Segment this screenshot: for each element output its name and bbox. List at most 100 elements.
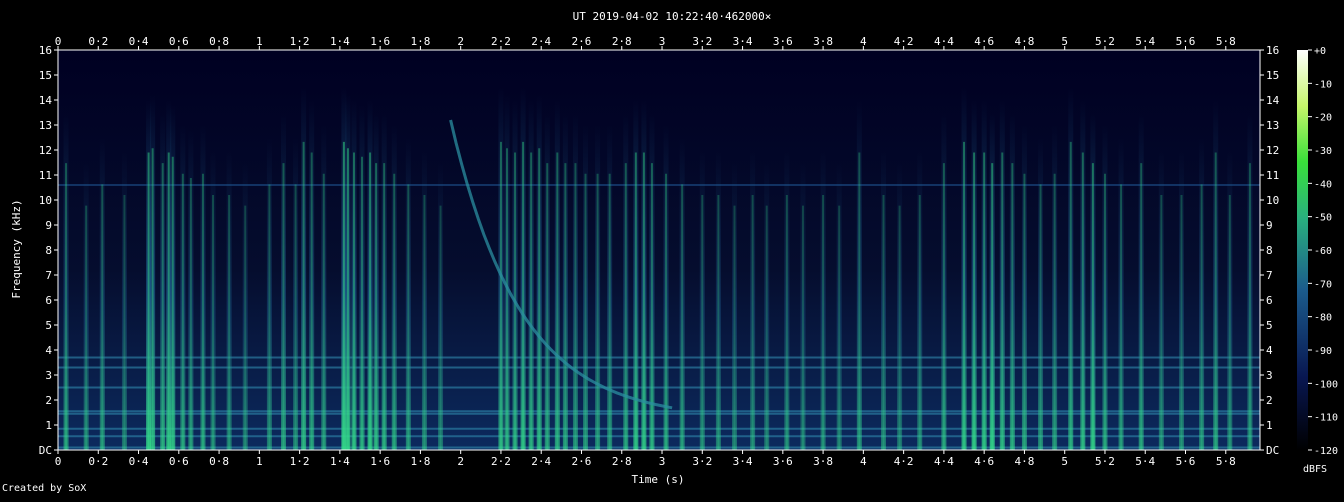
y-tick-label: DC: [39, 444, 52, 457]
broadband-event-core: [499, 141, 502, 450]
broadband-event-core: [650, 163, 653, 450]
spectrogram-chart: UT 2019-04-02 10:22:40·462000× 0 0 0·2 0·2 0…: [10, 10, 1338, 486]
colorbar-tick-label: -10: [1314, 79, 1332, 90]
colorbar-tick-label: -90: [1314, 346, 1332, 357]
broadband-event-core: [85, 205, 88, 450]
x-tick-label-top: 1: [256, 35, 263, 48]
x-tick-label: 4·4: [934, 455, 954, 468]
x-tick-label: 0·8: [209, 455, 229, 468]
x-tick-label-top: 4·6: [974, 35, 994, 48]
x-tick-label-top: 0·6: [169, 35, 189, 48]
broadband-event-core: [189, 178, 192, 450]
colorbar-tick-label: +0: [1314, 46, 1326, 57]
x-tick-label: 0·4: [129, 455, 149, 468]
y-tick-label-right: DC: [1266, 444, 1279, 457]
y-tick-label: 4: [45, 344, 52, 357]
y-tick-label: 3: [45, 369, 52, 382]
broadband-event-core: [522, 141, 525, 450]
colorbar-tick-label: -110: [1314, 413, 1338, 424]
x-tick-label: 5: [1061, 455, 1068, 468]
x-tick-label-top: 2: [457, 35, 464, 48]
y-tick-label: 1: [45, 419, 52, 432]
x-tick-label-top: 1·4: [330, 35, 350, 48]
broadband-event-core: [1228, 195, 1231, 450]
broadband-event-core: [918, 195, 921, 450]
plot-background: [58, 50, 1260, 450]
broadband-event-core: [751, 195, 754, 450]
broadband-event-core: [898, 205, 901, 450]
y-tick-label: 2: [45, 394, 52, 407]
x-tick-label: 1·2: [290, 455, 310, 468]
x-tick-label: 1·4: [330, 455, 350, 468]
x-tick-label-top: 4·2: [894, 35, 914, 48]
broadband-event-core: [244, 205, 247, 450]
broadband-event-core: [822, 195, 825, 450]
broadband-event-core: [505, 148, 508, 450]
y-tick-label: 12: [39, 144, 52, 157]
x-tick-label-top: 4·4: [934, 35, 954, 48]
broadband-event-core: [1120, 184, 1123, 450]
x-tick-label: 3·4: [733, 455, 753, 468]
colorbar-tick-label: -20: [1314, 113, 1332, 124]
x-tick-label: 5·8: [1216, 455, 1236, 468]
x-tick-label: 5·4: [1135, 455, 1155, 468]
broadband-event-core: [212, 195, 215, 450]
colorbar-gradient: [1297, 50, 1308, 450]
colorbar: dBFS +0 -10 -20 -30 -40 -50 -60 -70 -80 -90 -100 -1…: [1297, 46, 1338, 475]
broadband-event-core: [1069, 141, 1072, 450]
broadband-event-core: [1081, 152, 1084, 450]
broadband-event-core: [1091, 163, 1094, 450]
broadband-event-core: [1053, 173, 1056, 450]
broadband-event-core: [310, 152, 313, 450]
broadband-event-core: [1200, 184, 1203, 450]
broadband-event-core: [393, 173, 396, 450]
x-tick-label: 2·2: [491, 455, 511, 468]
broadband-event-core: [785, 195, 788, 450]
broadband-event-core: [201, 173, 204, 450]
broadband-event-core: [1180, 195, 1183, 450]
broadband-event-core: [383, 163, 386, 450]
broadband-event-core: [65, 163, 68, 450]
x-tick-label: 1·6: [370, 455, 390, 468]
broadband-event-core: [1140, 163, 1143, 450]
y-tick-label-right: 4: [1266, 344, 1273, 357]
x-tick-label: 5·2: [1095, 455, 1115, 468]
broadband-event-core: [346, 148, 349, 450]
y-tick-label-right: 1: [1266, 419, 1273, 432]
broadband-event-core: [701, 195, 704, 450]
broadband-event-core: [733, 205, 736, 450]
x-tick-label-top: 4·8: [1014, 35, 1034, 48]
broadband-event-core: [407, 184, 410, 450]
y-tick-label-right: 13: [1266, 119, 1279, 132]
x-tick-label-top: 3·4: [733, 35, 753, 48]
y-tick-label-right: 15: [1266, 69, 1279, 82]
x-tick-label-top: 5·2: [1095, 35, 1115, 48]
x-tick-label-top: 5·6: [1176, 35, 1196, 48]
broadband-event-core: [302, 141, 305, 450]
x-tick-label-top: 4: [860, 35, 867, 48]
y-tick-label-right: 9: [1266, 219, 1273, 232]
broadband-event-core: [171, 156, 174, 450]
broadband-event-core: [983, 152, 986, 450]
y-tick-label-right: 5: [1266, 319, 1273, 332]
y-tick-label-right: 16: [1266, 44, 1279, 57]
x-tick-label: 3·8: [813, 455, 833, 468]
x-tick-label-top: 1·2: [290, 35, 310, 48]
broadband-event-core: [268, 184, 271, 450]
x-tick-label: 0·6: [169, 455, 189, 468]
colorbar-tick-label: -120: [1314, 446, 1338, 457]
broadband-event-core: [1214, 152, 1217, 450]
y-tick-label: 8: [45, 244, 52, 257]
x-tick-label: 3: [659, 455, 666, 468]
broadband-event-core: [322, 173, 325, 450]
y-tick-label: 15: [39, 69, 52, 82]
broadband-event-core: [574, 163, 577, 450]
y-tick-label-right: 6: [1266, 294, 1273, 307]
broadband-event-core: [1248, 163, 1251, 450]
broadband-event-core: [1011, 163, 1014, 450]
x-tick-label-top: 5·4: [1135, 35, 1155, 48]
x-tick-label: 3·2: [692, 455, 712, 468]
colorbar-tick-label: -70: [1314, 279, 1332, 290]
broadband-event-core: [1103, 173, 1106, 450]
x-tick-label: 3·6: [773, 455, 793, 468]
